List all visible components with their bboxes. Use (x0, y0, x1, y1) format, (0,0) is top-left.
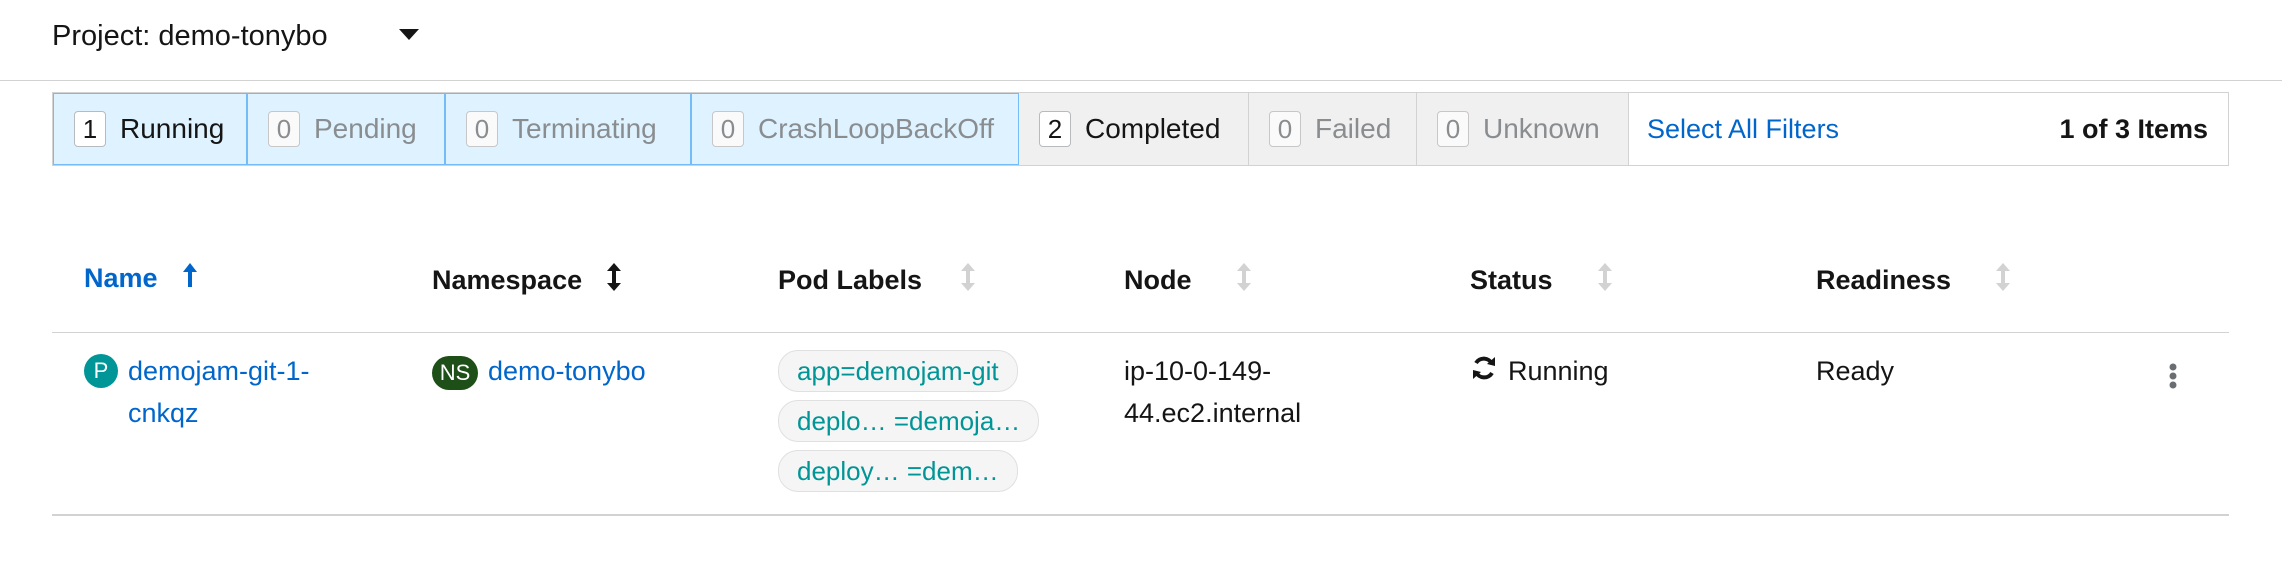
filter-label: CrashLoopBackOff (758, 113, 995, 144)
filter-label: Pending (314, 113, 417, 144)
filter-crashloopbackoff[interactable]: 0 CrashLoopBackOff (691, 93, 1019, 165)
column-header-status[interactable]: Status (1470, 262, 1613, 299)
sort-icon (1995, 262, 2011, 299)
filter-count: 0 (268, 111, 300, 147)
readiness-text: Ready (1816, 356, 1895, 386)
node-name-line: ip-10-0-149- (1124, 356, 1272, 386)
filter-completed[interactable]: 2 Completed (1019, 93, 1249, 165)
pod-label-chip[interactable]: app=demojam-git (778, 350, 1018, 392)
filter-terminating[interactable]: 0 Terminating (445, 93, 691, 165)
sort-icon (1236, 262, 1252, 299)
items-count: 1 of 3 Items (2059, 113, 2208, 144)
column-header-label: Name (84, 263, 158, 293)
status-cell: Running (1470, 350, 1609, 394)
pod-name-line: demojam-git-1- (128, 356, 310, 386)
filter-count: 0 (1437, 111, 1469, 147)
namespace-cell: NS demo-tonybo (432, 350, 646, 392)
column-header-label: Node (1124, 265, 1192, 295)
column-header-name[interactable]: Name (84, 262, 198, 295)
select-all-filters-link[interactable]: Select All Filters (1629, 93, 1857, 165)
filter-label: Terminating (512, 113, 657, 144)
pod-labels-cell: app=demojam-git deplo… =demoja… deploy… … (778, 350, 1040, 500)
pod-label-chip[interactable]: deplo… =demoja… (778, 400, 1040, 442)
sort-ascending-icon (182, 262, 198, 295)
filter-running[interactable]: 1 Running (53, 93, 247, 165)
filter-label: Completed (1085, 113, 1221, 144)
filter-count: 0 (466, 111, 498, 147)
readiness-cell: Ready (1816, 350, 1894, 392)
filter-count: 0 (712, 111, 744, 147)
kebab-menu-icon[interactable] (2168, 362, 2178, 397)
caret-down-icon[interactable] (398, 28, 420, 47)
status-text: Running (1508, 356, 1609, 386)
column-header-namespace[interactable]: Namespace (432, 262, 622, 299)
pod-resource-badge: P (84, 354, 118, 388)
sort-icon (606, 262, 622, 299)
column-header-label: Status (1470, 265, 1553, 295)
filter-count: 0 (1269, 111, 1301, 147)
namespace-link[interactable]: demo-tonybo (488, 356, 646, 386)
node-cell: ip-10-0-149- 44.ec2.internal (1124, 350, 1301, 434)
table-row: P demojam-git-1- cnkqz NS demo-tonybo app… (52, 332, 2229, 516)
filter-pending[interactable]: 0 Pending (247, 93, 445, 165)
node-name-line: 44.ec2.internal (1124, 398, 1302, 428)
status-filter-bar: 1 Running 0 Pending 0 Terminating 0 Cras… (52, 92, 2229, 166)
column-header-readiness[interactable]: Readiness (1816, 262, 2011, 299)
column-header-label: Pod Labels (778, 265, 923, 295)
sort-icon (960, 262, 976, 299)
pod-name-link[interactable]: demojam-git-1- cnkqz (128, 350, 310, 434)
filter-label: Running (120, 113, 225, 144)
filter-failed[interactable]: 0 Failed (1249, 93, 1417, 165)
pod-name-cell: P demojam-git-1- cnkqz (84, 350, 310, 434)
sort-icon (1597, 262, 1613, 299)
namespace-resource-badge: NS (432, 355, 478, 390)
filter-unknown[interactable]: 0 Unknown (1417, 93, 1629, 165)
sync-icon (1470, 352, 1498, 394)
column-header-pod-labels[interactable]: Pod Labels (778, 262, 976, 299)
project-selector-label[interactable]: Project: demo-tonybo (52, 20, 328, 53)
column-header-node[interactable]: Node (1124, 262, 1252, 299)
project-bar: Project: demo-tonybo (0, 0, 2282, 81)
filter-count: 1 (74, 111, 106, 147)
table-header: Name Namespace Pod Labels Node Status Re… (52, 240, 2229, 333)
column-header-label: Readiness (1816, 265, 1952, 295)
filter-count: 2 (1039, 111, 1071, 147)
filter-label: Failed (1315, 113, 1392, 144)
pod-name-line: cnkqz (128, 398, 199, 428)
filter-label: Unknown (1483, 113, 1600, 144)
column-header-label: Namespace (432, 265, 583, 295)
pod-label-chip[interactable]: deploy… =dem… (778, 450, 1018, 492)
